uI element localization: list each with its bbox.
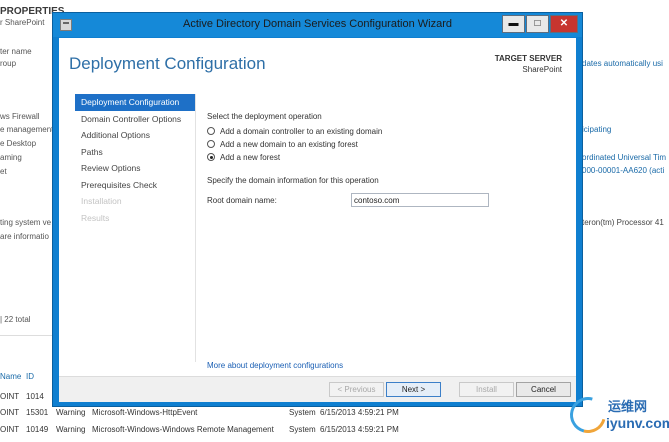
- wizard-nav: Deployment Configuration Domain Controll…: [75, 94, 195, 226]
- property-label: aming: [0, 153, 22, 162]
- nav-item-additional-options[interactable]: Additional Options: [75, 127, 195, 144]
- radio-new-forest[interactable]: [207, 153, 215, 161]
- row-time: 6/15/2013 4:59:21 PM: [320, 408, 399, 417]
- more-about-deployment-link[interactable]: More about deployment configurations: [207, 361, 343, 370]
- radio-label: Add a domain controller to an existing d…: [220, 126, 383, 136]
- property-value-link[interactable]: icipating: [582, 125, 611, 134]
- row-source: Microsoft-Windows-HttpEvent: [92, 408, 198, 417]
- radio-existing-domain[interactable]: [207, 127, 215, 135]
- row-log: System: [289, 408, 316, 417]
- option-new-forest[interactable]: Add a new forest: [207, 151, 567, 163]
- watermark-text-cn: 运维网: [608, 399, 648, 414]
- row-server: OINT: [0, 392, 20, 401]
- nav-item-paths[interactable]: Paths: [75, 144, 195, 161]
- title-bar[interactable]: Active Directory Domain Services Configu…: [53, 13, 582, 37]
- watermark-text-url: iyunv.com: [606, 415, 669, 431]
- row-level: Warning: [56, 408, 86, 417]
- root-domain-label: Root domain name:: [207, 196, 277, 205]
- column-header-name[interactable]: Name: [0, 372, 21, 381]
- nav-item-deployment-configuration[interactable]: Deployment Configuration: [75, 94, 195, 111]
- row-log: System: [289, 425, 316, 434]
- radio-label: Add a new domain to an existing forest: [220, 139, 358, 149]
- page-title: Deployment Configuration: [69, 54, 266, 73]
- property-value: teron(tm) Processor 41: [582, 218, 664, 227]
- radio-new-domain[interactable]: [207, 140, 215, 148]
- next-button[interactable]: Next >: [386, 382, 441, 397]
- events-total: | 22 total: [0, 315, 31, 324]
- nav-item-results: Results: [81, 212, 110, 223]
- option-existing-domain[interactable]: Add a domain controller to an existing d…: [207, 125, 567, 137]
- nav-item-domain-controller-options[interactable]: Domain Controller Options: [75, 111, 195, 128]
- root-domain-row: Root domain name:: [207, 193, 567, 209]
- row-level: Warning: [56, 425, 86, 434]
- install-button[interactable]: Install: [459, 382, 514, 397]
- cancel-button[interactable]: Cancel: [516, 382, 571, 397]
- wizard-footer: < Previous Next > Install Cancel: [59, 377, 576, 402]
- adds-configuration-wizard-window: Active Directory Domain Services Configu…: [52, 12, 583, 407]
- maximize-button[interactable]: □: [526, 15, 549, 33]
- option-new-domain[interactable]: Add a new domain to an existing forest: [207, 138, 567, 150]
- row-id: 1014: [26, 392, 44, 401]
- root-domain-input[interactable]: [351, 193, 489, 207]
- nav-divider: [195, 94, 196, 362]
- property-label: roup: [0, 59, 17, 68]
- property-value-link[interactable]: ordinated Universal Tim: [582, 153, 666, 162]
- row-id: 10149: [26, 425, 49, 434]
- properties-subtitle: r SharePoint: [0, 18, 45, 27]
- property-value-link[interactable]: dates automatically usi: [582, 59, 663, 68]
- target-server-heading: TARGET SERVER: [494, 54, 562, 63]
- window-controls: ▬ □ ✕: [502, 15, 578, 33]
- row-time: 6/15/2013 4:59:21 PM: [320, 425, 399, 434]
- divider: [0, 335, 58, 336]
- wizard-client-area: Deployment Configuration TARGET SERVER S…: [59, 38, 576, 402]
- nav-item-prerequisites-check[interactable]: Prerequisites Check: [75, 177, 195, 194]
- domain-info-section-label: Specify the domain information for this …: [207, 176, 379, 185]
- operation-section-label: Select the deployment operation: [207, 112, 322, 121]
- column-header-id[interactable]: ID: [26, 372, 34, 381]
- radio-label: Add a new forest: [220, 152, 281, 162]
- row-server: OINT: [0, 408, 20, 417]
- property-label: ting system ve: [0, 218, 52, 227]
- property-label: e management: [0, 125, 54, 134]
- row-server: OINT: [0, 425, 20, 434]
- nav-item-review-options[interactable]: Review Options: [75, 160, 195, 177]
- wizard-content: Select the deployment operation Add a do…: [207, 112, 567, 209]
- watermark-logo: 运维网 iyunv.com: [563, 390, 669, 442]
- close-button[interactable]: ✕: [550, 15, 578, 33]
- nav-item-installation: Installation: [81, 196, 122, 206]
- property-label: et: [0, 167, 7, 176]
- row-id: 15301: [26, 408, 49, 417]
- property-label: ws Firewall: [0, 112, 40, 121]
- target-server-name: SharePoint: [522, 65, 562, 74]
- property-value-link[interactable]: 000-00001-AA620 (acti: [582, 166, 664, 175]
- property-label: e Desktop: [0, 139, 37, 148]
- row-source: Microsoft-Windows-Windows Remote Managem…: [92, 425, 274, 434]
- property-label: ter name: [0, 47, 32, 56]
- previous-button[interactable]: < Previous: [329, 382, 384, 397]
- minimize-button[interactable]: ▬: [502, 15, 525, 33]
- property-label: are informatio: [0, 232, 49, 241]
